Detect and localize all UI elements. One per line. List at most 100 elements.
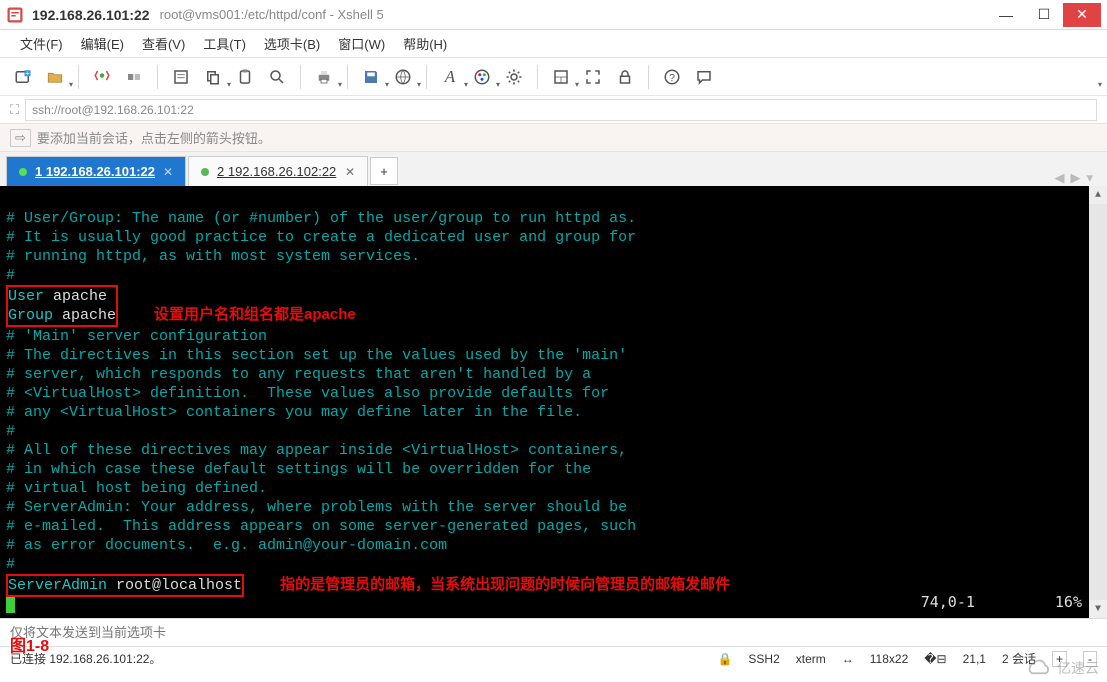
watermark: 亿速云 [1025, 658, 1099, 678]
find-icon[interactable] [264, 64, 290, 90]
new-session-icon[interactable]: + [10, 64, 36, 90]
menu-view[interactable]: 查看(V) [134, 30, 193, 57]
terminal-status: 74,0-116% [921, 593, 1082, 612]
status-dot-icon [19, 168, 27, 176]
gear-icon[interactable] [501, 64, 527, 90]
tab-add-button[interactable]: + [370, 157, 398, 185]
close-button[interactable]: ✕ [1063, 3, 1101, 27]
separator [300, 65, 301, 89]
paste-icon[interactable] [232, 64, 258, 90]
hint-arrow-icon[interactable]: ⇨ [10, 129, 31, 147]
font-icon[interactable]: A [437, 64, 463, 90]
terminal-line: # any <VirtualHost> containers you may d… [6, 404, 582, 421]
color-icon[interactable] [469, 64, 495, 90]
separator [347, 65, 348, 89]
size-icon: ↔ [842, 652, 854, 666]
terminal-line: # as error documents. e.g. admin@your-do… [6, 537, 447, 554]
tab-list-icon[interactable]: ▾ [1086, 170, 1093, 186]
annotation-box-serveradmin: ServerAdmin root@localhost [6, 574, 244, 597]
statusbar: 已连接 192.168.26.101:22。 🔒 SSH2 xterm ↔ 11… [0, 646, 1107, 670]
session-tab-1[interactable]: 1 192.168.26.101:22 ✕ [6, 156, 186, 186]
terminal-keyword: Group [8, 307, 53, 324]
scrollbar[interactable]: ▲ ▼ [1089, 186, 1107, 618]
scroll-down-icon[interactable]: ▼ [1089, 600, 1107, 618]
layout-icon[interactable] [548, 64, 574, 90]
annotation-text-1: 设置用户名和组名都是apache [154, 305, 356, 324]
terminal-line: # [6, 556, 15, 573]
tab-close-icon[interactable]: ✕ [163, 165, 173, 179]
app-icon [6, 6, 24, 24]
copy-icon[interactable] [200, 64, 226, 90]
terminal-line: # All of these directives may appear ins… [6, 442, 627, 459]
terminal-keyword: ServerAdmin [8, 577, 107, 594]
lock-icon[interactable] [612, 64, 638, 90]
maximize-button[interactable]: ☐ [1025, 3, 1063, 27]
cursor-icon: �⊟ [924, 652, 946, 666]
separator [78, 65, 79, 89]
title-path: root@vms001:/etc/httpd/conf - Xshell 5 [160, 7, 384, 22]
terminal-line: # in which case these default settings w… [6, 461, 591, 478]
separator [648, 65, 649, 89]
terminal-line: # ServerAdmin: Your address, where probl… [6, 499, 627, 516]
address-input[interactable] [25, 99, 1097, 121]
tabbar: 1 192.168.26.101:22 ✕ 2 192.168.26.102:2… [0, 152, 1107, 186]
titlebar: 192.168.26.101:22 root@vms001:/etc/httpd… [0, 0, 1107, 30]
status-dot-icon [201, 168, 209, 176]
addressbar-lock-icon: ⛶ [10, 102, 19, 118]
fullscreen-icon[interactable] [580, 64, 606, 90]
print-icon[interactable] [311, 64, 337, 90]
menu-tab[interactable]: 选项卡(B) [256, 30, 328, 57]
tabbar-nav: ◀ ▶ ▾ [1054, 170, 1101, 186]
terminal-cursor [6, 597, 15, 613]
session-tab-2[interactable]: 2 192.168.26.102:22 ✕ [188, 156, 368, 186]
status-proto: SSH2 [748, 652, 779, 666]
scroll-up-icon[interactable]: ▲ [1089, 186, 1107, 204]
separator [157, 65, 158, 89]
cloud-icon [1025, 659, 1053, 677]
chat-icon[interactable] [691, 64, 717, 90]
globe-icon[interactable] [390, 64, 416, 90]
title-ip: 192.168.26.101:22 [32, 7, 150, 23]
annotation-text-2: 指的是管理员的邮箱，当系统出现问题的时候向管理员的邮箱发邮件 [280, 575, 730, 594]
properties-icon[interactable] [168, 64, 194, 90]
disconnect-icon[interactable] [121, 64, 147, 90]
open-session-icon[interactable] [42, 64, 68, 90]
tab-close-icon[interactable]: ✕ [345, 165, 355, 179]
terminal-line: # It is usually good practice to create … [6, 229, 636, 246]
terminal-line: # [6, 267, 15, 284]
status-cursor: 21,1 [963, 652, 986, 666]
footer-input-bar [0, 618, 1107, 646]
terminal-position: 74,0-1 [921, 593, 975, 612]
menu-tools[interactable]: 工具(T) [195, 30, 254, 57]
terminal-line: # e-mailed. This address appears on some… [6, 518, 636, 535]
menu-edit[interactable]: 编辑(E) [73, 30, 132, 57]
save-icon[interactable] [358, 64, 384, 90]
menubar: 文件(F) 编辑(E) 查看(V) 工具(T) 选项卡(B) 窗口(W) 帮助(… [0, 30, 1107, 58]
hintbar: ⇨ 要添加当前会话，点击左侧的箭头按钮。 [0, 124, 1107, 152]
terminal-line: # [6, 423, 15, 440]
terminal-value: apache [44, 288, 107, 305]
terminal-keyword: User [8, 288, 44, 305]
hint-text: 要添加当前会话，点击左侧的箭头按钮。 [37, 128, 271, 147]
addressbar: ⛶ [0, 96, 1107, 124]
terminal-line: # 'Main' server configuration [6, 328, 267, 345]
tab-next-icon[interactable]: ▶ [1070, 170, 1080, 186]
window-controls: — ☐ ✕ [987, 3, 1101, 27]
separator [537, 65, 538, 89]
menu-file[interactable]: 文件(F) [12, 30, 71, 57]
menu-help[interactable]: 帮助(H) [395, 30, 455, 57]
reconnect-icon[interactable] [89, 64, 115, 90]
scroll-track[interactable] [1089, 204, 1107, 600]
send-text-input[interactable] [10, 625, 1097, 640]
toolbar-overflow-icon[interactable] [1071, 64, 1097, 90]
terminal-line: # virtual host being defined. [6, 480, 267, 497]
toolbar: + A ? [0, 58, 1107, 96]
tab-prev-icon[interactable]: ◀ [1054, 170, 1064, 186]
annotation-box-user-group: User apache Group apache [6, 285, 118, 327]
terminal-line: # server, which responds to any requests… [6, 366, 591, 383]
separator [426, 65, 427, 89]
help-icon[interactable]: ? [659, 64, 685, 90]
menu-window[interactable]: 窗口(W) [330, 30, 393, 57]
minimize-button[interactable]: — [987, 3, 1025, 27]
terminal[interactable]: # User/Group: The name (or #number) of t… [0, 186, 1107, 618]
